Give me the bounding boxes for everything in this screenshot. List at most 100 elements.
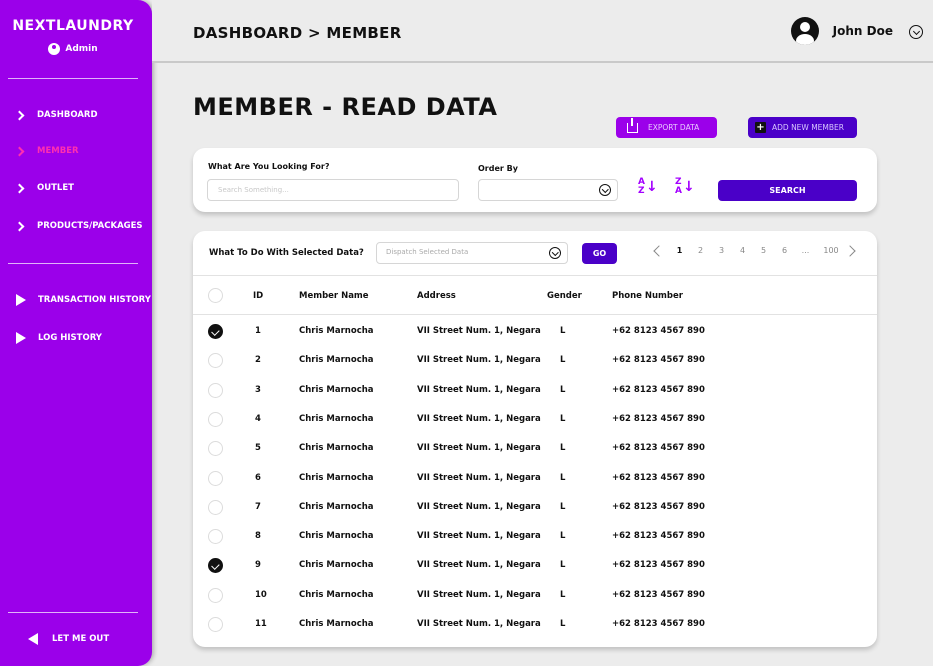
sidebar-item-label: DASHBOARD — [37, 110, 98, 120]
cell-id: 2 — [255, 355, 261, 366]
search-panel: What Are You Looking For? Search Somethi… — [193, 148, 877, 212]
cell-id: 10 — [255, 589, 267, 600]
cell-address: VII Street Num. 1, Negara — [417, 472, 541, 483]
cell-phone-number: +62 8123 4567 890 — [612, 326, 705, 336]
cell-member-name: Chris Marnocha — [299, 619, 374, 629]
row-checkbox[interactable] — [208, 470, 223, 486]
page-link[interactable]: 5 — [753, 246, 774, 255]
divider — [193, 314, 877, 315]
cell-member-name: Chris Marnocha — [299, 560, 374, 571]
chevron-right-icon[interactable] — [844, 244, 856, 257]
page-link[interactable]: 6 — [774, 246, 795, 255]
user-avatar-icon — [790, 17, 819, 45]
cell-address: VII Street Num. 1, Negara — [417, 589, 541, 600]
user-shield-icon — [48, 43, 61, 55]
table-row[interactable]: 11 Chris Marnocha VII Street Num. 1, Negar… — [193, 611, 877, 640]
row-checkbox[interactable] — [208, 499, 223, 515]
row-checkbox[interactable] — [208, 529, 223, 545]
page-link[interactable]: 2 — [690, 246, 711, 255]
sidebar-item-outlet[interactable]: OUTLET — [14, 183, 74, 193]
bulk-action-select[interactable]: Dispatch Selected Data — [376, 242, 568, 264]
table-row[interactable]: 4 Chris Marnocha VII Street Num. 1, Negara… — [193, 406, 877, 435]
sidebar-item-label: PRODUCTS/PACKAGES — [37, 221, 143, 231]
sidebar-item-products[interactable]: PRODUCTS/PACKAGES — [14, 221, 143, 231]
role-badge: Admin — [0, 43, 146, 55]
sidebar-item-log-history[interactable]: LOG HISTORY — [16, 332, 102, 344]
order-by-label: Order By — [478, 164, 518, 173]
role-label: Admin — [65, 44, 98, 54]
page-link[interactable]: 3 — [711, 246, 732, 255]
export-data-label: EXPORT DATA — [648, 123, 700, 132]
table-row[interactable]: 6 Chris Marnocha VII Street Num. 1, Negara… — [193, 465, 877, 494]
search-button[interactable]: SEARCH — [718, 180, 857, 201]
cell-gender: L — [560, 326, 566, 336]
page-link[interactable]: 1 — [669, 246, 690, 255]
sidebar-item-label: MEMBER — [37, 146, 79, 156]
row-checkbox[interactable] — [208, 411, 223, 427]
chevron-right-icon — [14, 110, 25, 120]
table-row[interactable]: 7 Chris Marnocha VII Street Num. 1, Negara… — [193, 494, 877, 523]
row-checkbox[interactable] — [208, 353, 223, 369]
row-checkbox[interactable] — [208, 587, 223, 603]
chevron-down-icon[interactable] — [909, 25, 923, 39]
cell-gender: L — [560, 355, 566, 366]
select-all-checkbox[interactable] — [208, 288, 223, 303]
cell-phone-number: +62 8123 4567 890 — [612, 472, 705, 483]
page-link[interactable]: 100 — [816, 246, 846, 255]
export-data-button[interactable]: EXPORT DATA — [616, 117, 717, 138]
row-checkbox[interactable] — [208, 382, 223, 398]
page-link: ... — [801, 246, 810, 255]
row-checkbox[interactable] — [208, 324, 223, 339]
upload-icon — [627, 117, 638, 133]
table-row[interactable]: 10 Chris Marnocha VII Street Num. 1, Negar… — [193, 582, 877, 611]
chevron-left-icon[interactable] — [653, 244, 665, 257]
sidebar: NEXTLAUNDRY Admin DASHBOARD MEMBER OUTLE… — [0, 0, 152, 666]
column-header-id[interactable]: ID — [253, 291, 263, 301]
column-header-phone[interactable]: Phone Number — [612, 291, 683, 301]
table-row[interactable]: 5 Chris Marnocha VII Street Num. 1, Negara… — [193, 435, 877, 464]
divider — [193, 275, 877, 276]
column-header-address[interactable]: Address — [417, 291, 456, 301]
row-checkbox[interactable] — [208, 441, 223, 457]
plus-icon: + — [755, 122, 766, 133]
cell-member-name: Chris Marnocha — [299, 443, 374, 454]
cell-phone-number: +62 8123 4567 890 — [612, 501, 705, 512]
arrow-down-icon: ↓ — [645, 179, 658, 195]
sort-asc-bottom: Z — [638, 186, 645, 196]
row-checkbox[interactable] — [208, 617, 223, 632]
cell-phone-number: +62 8123 4567 890 — [612, 443, 705, 454]
play-icon — [16, 332, 26, 344]
sidebar-item-dashboard[interactable]: DASHBOARD — [14, 110, 98, 120]
sidebar-item-label: LOG HISTORY — [38, 333, 102, 343]
sort-ascending-button[interactable]: AZ ↓ — [638, 178, 658, 196]
table-row[interactable]: 9 Chris Marnocha VII Street Num. 1, Negara… — [193, 552, 877, 581]
column-header-gender[interactable]: Gender — [547, 291, 582, 301]
cell-phone-number: +62 8123 4567 890 — [612, 384, 705, 395]
user-menu[interactable]: John Doe — [790, 17, 923, 45]
table-row[interactable]: 1 Chris Marnocha VII Street Num. 1, Negara… — [193, 318, 877, 347]
go-button[interactable]: GO — [582, 243, 617, 264]
search-input[interactable]: Search Something... — [207, 179, 459, 201]
table-row[interactable]: 3 Chris Marnocha VII Street Num. 1, Negara… — [193, 377, 877, 406]
sidebar-item-transaction-history[interactable]: TRANSACTION HISTORY — [16, 294, 151, 306]
cell-gender: L — [560, 443, 566, 454]
brand-logo: NEXTLAUNDRY — [12, 18, 134, 34]
logout-button[interactable]: LET ME OUT — [28, 633, 109, 645]
sidebar-item-member[interactable]: MEMBER — [14, 146, 79, 156]
sort-descending-button[interactable]: ZA ↓ — [675, 178, 695, 196]
cell-id: 3 — [255, 384, 261, 395]
cell-id: 8 — [255, 531, 261, 542]
cell-member-name: Chris Marnocha — [299, 472, 374, 483]
order-by-select[interactable] — [478, 179, 618, 201]
column-header-name[interactable]: Member Name — [299, 291, 369, 301]
bulk-action-label: What To Do With Selected Data? — [209, 248, 364, 258]
table-row[interactable]: 2 Chris Marnocha VII Street Num. 1, Negara… — [193, 347, 877, 376]
row-checkbox[interactable] — [208, 558, 223, 574]
user-name: John Doe — [832, 24, 893, 38]
cell-gender: L — [560, 589, 566, 600]
page-title: MEMBER - READ DATA — [193, 93, 498, 121]
add-new-member-button[interactable]: + ADD NEW MEMBER — [748, 117, 857, 138]
cell-member-name: Chris Marnocha — [299, 326, 374, 336]
table-row[interactable]: 8 Chris Marnocha VII Street Num. 1, Negara… — [193, 523, 877, 552]
page-link[interactable]: 4 — [732, 246, 753, 255]
